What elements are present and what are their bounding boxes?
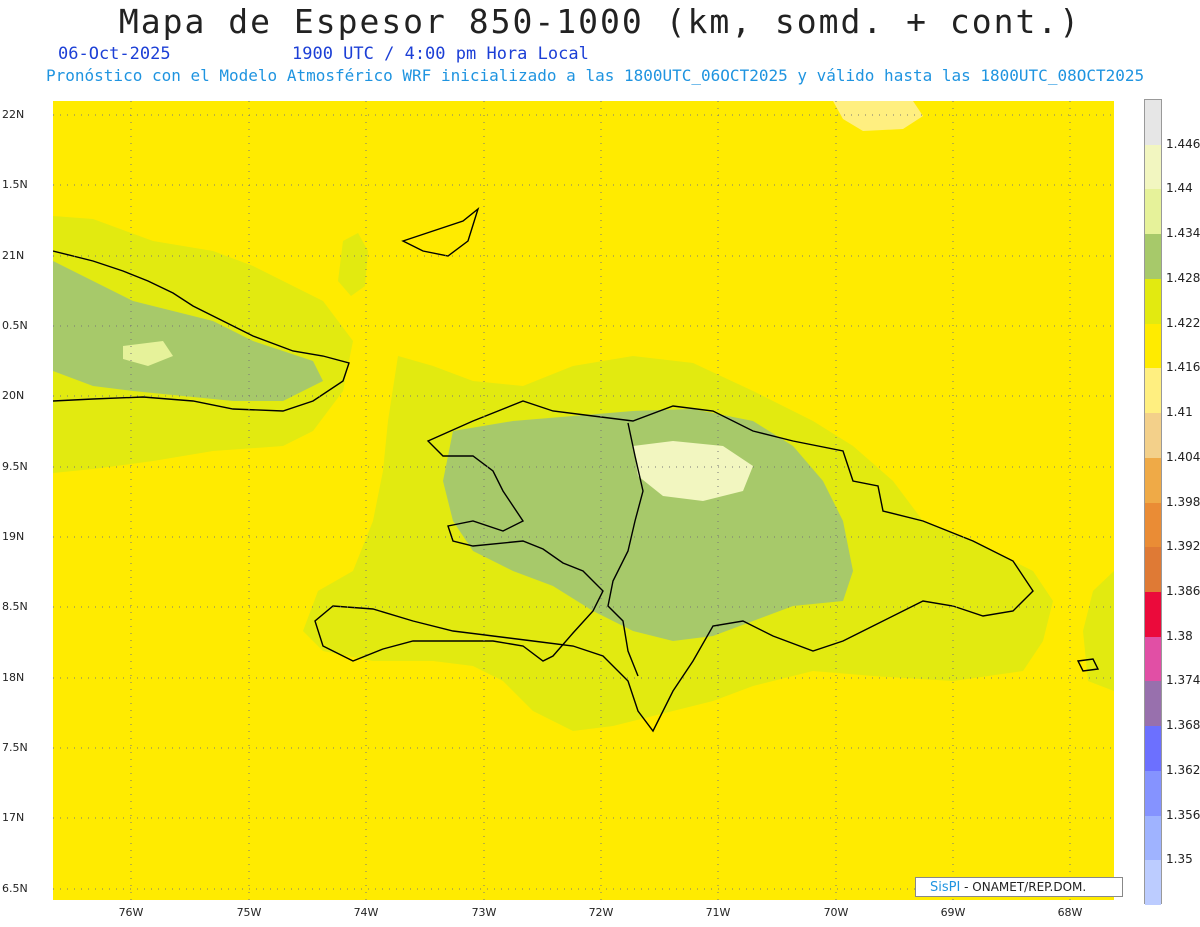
colorbar-label: 1.368: [1166, 718, 1200, 733]
lon-label-68w: 68W: [1057, 906, 1083, 919]
colorbar: [1144, 99, 1162, 906]
forecast-subtitle: Pronóstico con el Modelo Atmosférico WRF…: [46, 66, 1145, 85]
colorbar-segment: [1145, 100, 1161, 146]
colorbar-segment: [1145, 860, 1161, 906]
colorbar-segment: [1145, 278, 1161, 325]
lat-label-18-5n: 8.5N: [2, 600, 28, 613]
map-canvas: [53, 101, 1114, 900]
colorbar-segment: [1145, 547, 1161, 593]
colorbar-label: 1.392: [1166, 539, 1200, 554]
colorbar-label: 1.428: [1166, 270, 1200, 285]
colorbar-label: 1.356: [1166, 807, 1200, 822]
lon-label-70w: 70W: [823, 906, 849, 919]
puerto-rico-contour: [1083, 571, 1114, 691]
colorbar-label: 1.404: [1166, 449, 1200, 464]
colorbar-label: 1.386: [1166, 583, 1200, 598]
lon-label-72w: 72W: [588, 906, 614, 919]
colorbar-segment: [1145, 457, 1161, 503]
colorbar-segment: [1145, 368, 1161, 414]
colorbar-segment: [1145, 234, 1161, 280]
colorbar-segment: [1145, 815, 1161, 861]
lon-label-75w: 75W: [236, 906, 262, 919]
lat-label-17-5n: 7.5N: [2, 741, 28, 754]
credit-brand: SisPI: [930, 880, 961, 895]
colorbar-label: 1.398: [1166, 494, 1200, 509]
lat-label-18n: 18N: [2, 671, 25, 684]
lat-label-16-5n: 6.5N: [2, 882, 28, 895]
forecast-date: 06-Oct-2025: [58, 44, 171, 64]
colorbar-segment: [1145, 770, 1161, 817]
thickness-map: [53, 101, 1114, 900]
colorbar-label: 1.44: [1166, 181, 1193, 196]
colorbar-segment: [1145, 502, 1161, 548]
lat-label-20n: 20N: [2, 389, 25, 402]
colorbar-segment: [1145, 591, 1161, 638]
lat-label-21n: 21N: [2, 249, 25, 262]
lat-label-22n: 22N: [2, 108, 25, 121]
map-title: Mapa de Espesor 850-1000 (km, somd. + co…: [118, 2, 1082, 41]
colorbar-label: 1.374: [1166, 673, 1200, 688]
lat-label-19-5n: 9.5N: [2, 460, 28, 473]
lat-label-19n: 19N: [2, 530, 25, 543]
island-contour-north: [338, 233, 368, 296]
colorbar-label: 1.41: [1166, 405, 1193, 420]
colorbar-segment: [1145, 413, 1161, 459]
colorbar-label: 1.416: [1166, 360, 1200, 375]
colorbar-label: 1.422: [1166, 315, 1200, 330]
colorbar-label: 1.35: [1166, 852, 1193, 867]
colorbar-segment: [1145, 726, 1161, 772]
colorbar-segment: [1145, 636, 1161, 682]
lon-label-73w: 73W: [471, 906, 497, 919]
colorbar-segment: [1145, 189, 1161, 235]
top-light-patch: [833, 101, 923, 131]
colorbar-label: 1.38: [1166, 628, 1193, 643]
credit-box: SisPI - ONAMET/REP.DOM.: [915, 877, 1123, 897]
forecast-time: 1900 UTC / 4:00 pm Hora Local: [292, 44, 589, 64]
colorbar-label: 1.362: [1166, 762, 1200, 777]
lat-label-20-5n: 0.5N: [2, 319, 28, 332]
colorbar-segment: [1145, 144, 1161, 190]
lat-label-17n: 17N: [2, 811, 25, 824]
colorbar-segment: [1145, 323, 1161, 369]
colorbar-segment: [1145, 681, 1161, 727]
lat-label-21-5n: 1.5N: [2, 178, 28, 191]
lon-label-71w: 71W: [705, 906, 731, 919]
colorbar-label: 1.434: [1166, 226, 1200, 241]
credit-text: - ONAMET/REP.DOM.: [964, 880, 1087, 894]
colorbar-label: 1.446: [1166, 136, 1200, 151]
lon-label-74w: 74W: [353, 906, 379, 919]
lon-label-76w: 76W: [118, 906, 144, 919]
island-coastline-north: [401, 207, 480, 257]
lon-label-69w: 69W: [940, 906, 966, 919]
